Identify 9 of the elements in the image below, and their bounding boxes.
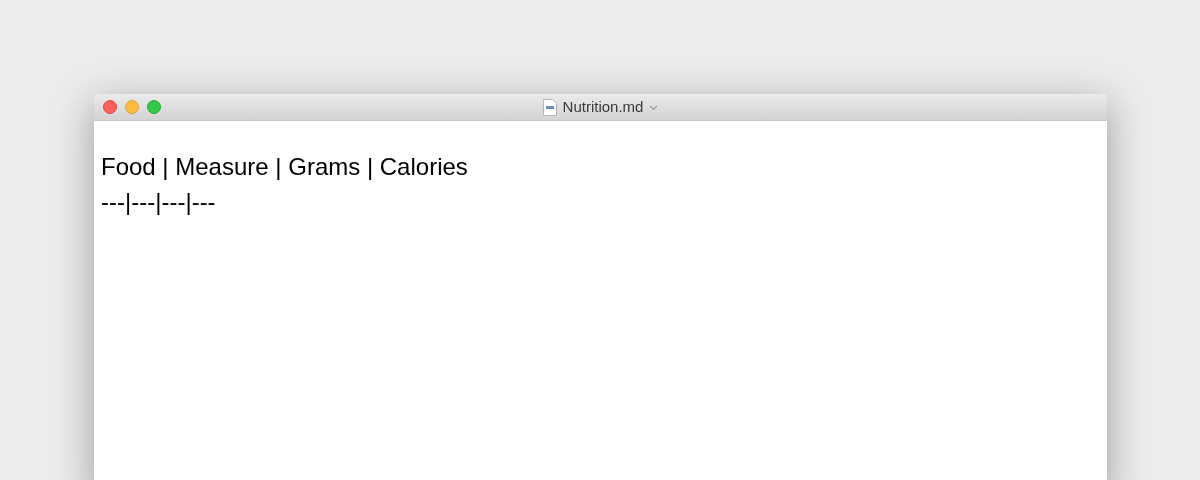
editor-area[interactable]: Food | Measure | Grams | Calories ---|---|---|--- [94, 121, 1107, 480]
window-title: Nutrition.md [562, 97, 644, 118]
zoom-button[interactable] [147, 100, 161, 114]
text-line: ---|---|---|--- [101, 187, 216, 217]
minimize-button[interactable] [125, 100, 139, 114]
close-button[interactable] [103, 100, 117, 114]
chevron-down-icon[interactable] [649, 104, 659, 111]
text-line: Food | Measure | Grams | Calories [101, 152, 468, 182]
document-icon [542, 99, 557, 116]
